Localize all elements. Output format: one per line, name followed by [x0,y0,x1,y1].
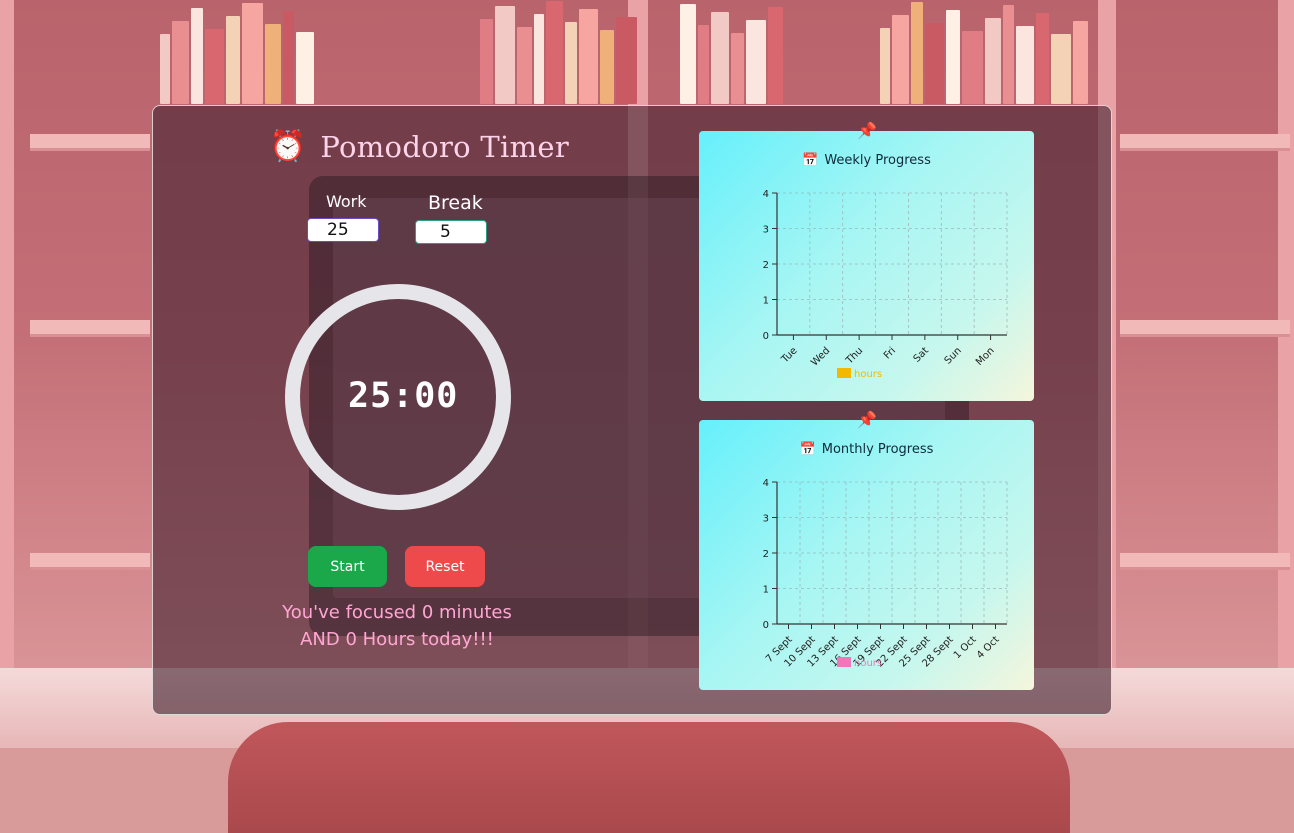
book [880,28,890,104]
x-tick-label: Sun [943,345,964,366]
book [711,12,729,104]
chair [228,722,1070,833]
book [925,23,944,104]
y-tick-label: 0 [763,620,769,631]
weekly-progress-card: 📌 📅 Weekly Progress 0 1 2 3 4 Tue Wed Thu Fri Sat S… [699,121,1034,401]
focus-summary-line2: AND 0 Hours today!!! [300,629,494,650]
book [480,19,493,104]
shelf-board [1120,553,1290,567]
monthly-progress-chart: 012347 Sept10 Sept13 Sept16 Sept19 Sept2… [763,478,1008,669]
y-tick-label: 4 [763,478,769,489]
timer-display: 25:00 [348,376,459,416]
book [191,8,203,104]
monthly-progress-card: 📌 📅 Monthly Progress 012347 Sept 10 Sept 13… [699,410,1034,690]
break-label: Break [428,192,483,214]
legend-swatch [837,657,851,667]
book [495,6,515,104]
legend-label: hours [854,658,882,669]
work-label: Work [326,192,367,211]
book [226,16,240,104]
focus-summary-line1: You've focused 0 minutes [282,602,512,623]
books-row [160,0,1280,104]
book [768,7,783,104]
book [1073,21,1088,104]
app-title: Pomodoro Timer [320,130,570,164]
book [579,9,598,104]
y-tick-label: 2 [763,549,769,560]
book [946,10,960,104]
book [242,3,263,104]
shelf-board [1120,320,1290,334]
book [731,33,744,104]
focus-summary: You've focused 0 minutes AND 0 Hours tod… [277,599,517,653]
shelf-board [30,134,150,148]
shelf-board [30,553,150,567]
y-tick-label: 0 [763,331,769,342]
break-minutes-input[interactable] [415,220,487,244]
book [698,25,709,104]
work-minutes-input[interactable] [307,218,379,242]
book [1003,5,1014,104]
shelf-post [1278,0,1294,703]
book [962,31,983,104]
main-panel: ⏰ Pomodoro Timer Work Break 25:00 Start … [152,105,1112,715]
shelf-board [1120,134,1290,148]
x-tick-label: Thu [843,345,865,367]
x-tick-label: Mon [974,345,997,368]
book [600,30,614,104]
alarm-clock-icon: ⏰ [269,129,307,164]
x-tick-label: Tue [779,345,800,366]
book [517,27,532,104]
legend-label: hours [854,369,882,380]
book [160,34,170,104]
x-tick-label: 4 Oct [975,634,1002,661]
book [205,29,224,104]
book [1051,34,1071,104]
book [296,32,314,104]
book [546,1,563,104]
book [746,20,766,104]
book [1036,13,1049,104]
y-tick-label: 1 [763,296,769,307]
book [911,2,923,104]
book [565,22,577,104]
y-tick-label: 3 [763,514,769,525]
book [283,11,294,104]
y-tick-label: 2 [763,260,769,271]
book [1016,26,1034,104]
shelf-board [30,320,150,334]
x-tick-label: Wed [809,345,832,368]
page-title: ⏰ Pomodoro Timer [269,130,569,164]
shelf-post [0,0,14,703]
weekly-progress-chart: 0 1 2 3 4 Tue Wed Thu Fri Sat Sun Mon hours [763,189,1008,380]
x-tick-label: 1 Oct [952,634,979,661]
book [985,18,1001,104]
book [680,4,696,104]
reset-button[interactable]: Reset [405,546,485,587]
y-tick-label: 3 [763,225,769,236]
y-tick-label: 4 [763,189,769,200]
x-tick-label: Fri [882,345,898,361]
legend-swatch [837,368,851,378]
book [172,21,189,104]
book [892,15,909,104]
start-button[interactable]: Start [308,546,387,587]
y-tick-label: 1 [763,585,769,596]
book [616,17,637,104]
x-tick-label: Sat [912,345,931,364]
book [265,24,281,104]
book [534,14,544,104]
